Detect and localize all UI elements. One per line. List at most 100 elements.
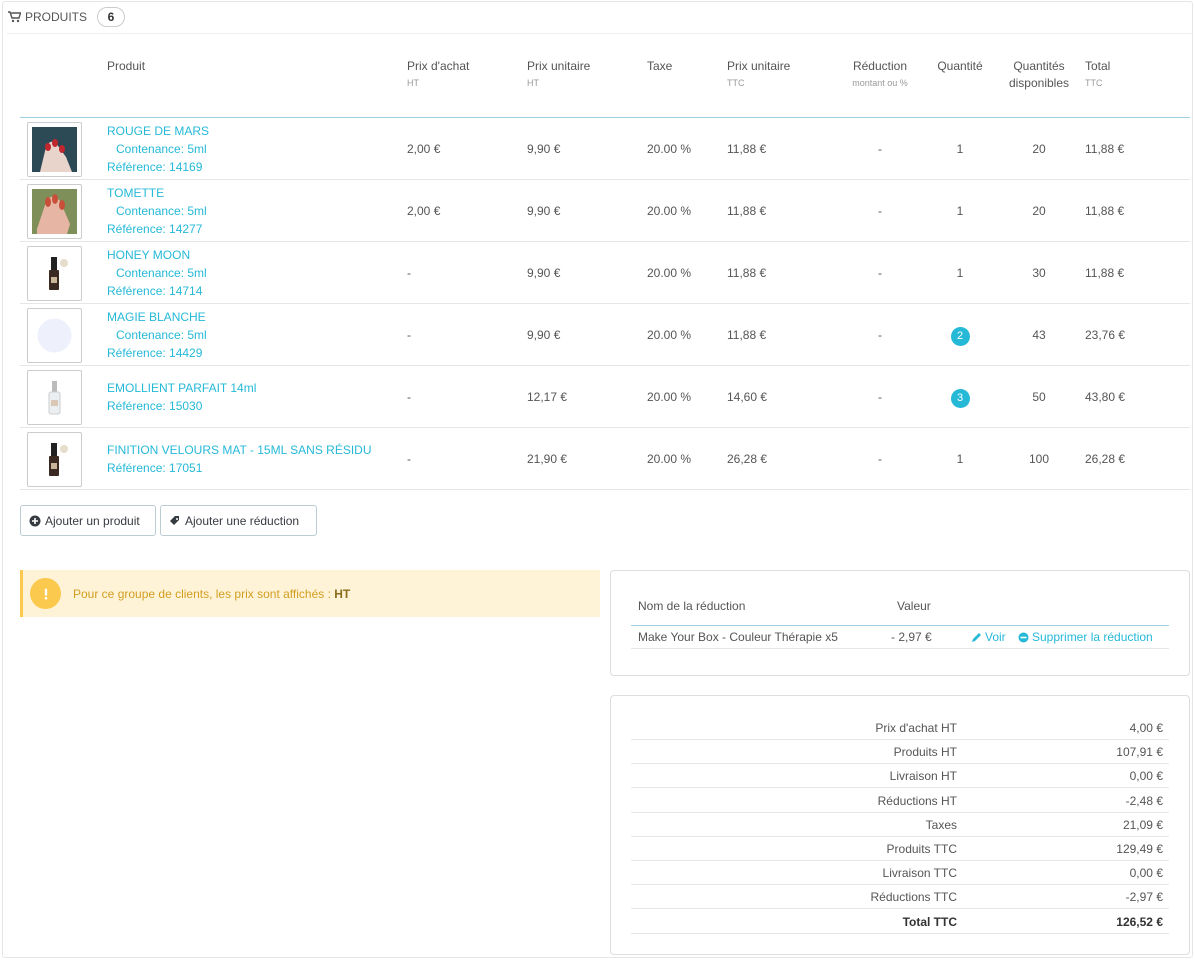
totals-row: Réductions HT -2,48 €	[631, 789, 1169, 813]
discount-delete-link[interactable]: Supprimer la réduction	[1018, 628, 1153, 648]
tax-rate: 20.00 %	[647, 266, 692, 280]
unit-price-ht: 9,90 €	[527, 204, 561, 218]
totals-row: Produits HT 107,91 €	[631, 740, 1169, 765]
totals-label: Produits HT	[893, 745, 957, 760]
available-quantity: 30	[1032, 266, 1046, 280]
product-variant: Contenance: 5ml	[116, 142, 207, 156]
add-product-button[interactable]: Ajouter un produit	[20, 505, 156, 536]
discount-col-value: Valeur	[897, 599, 931, 613]
col-header-purchase-price-sub: HT	[407, 78, 419, 88]
tax-rate: 20.00 %	[647, 204, 692, 218]
col-header-unit-price-ht-sub: HT	[527, 78, 539, 88]
quantity-value: 1	[956, 266, 964, 280]
totals-card: Prix d'achat HT 4,00 € Produits HT 107,91 €…	[610, 695, 1190, 955]
alert-strong: HT	[334, 586, 351, 601]
product-name-link[interactable]: ROUGE DE MARS	[107, 124, 209, 138]
product-reference: Référence: 14429	[107, 346, 203, 360]
product-reference: Référence: 14714	[107, 284, 203, 298]
discount-value: - 2,97 €	[891, 630, 932, 644]
product-variant: Contenance: 5ml	[116, 266, 207, 280]
col-header-purchase-price-label: Prix d'achat	[407, 59, 470, 73]
product-thumbnail[interactable]	[27, 122, 82, 177]
purchase-price: -	[407, 452, 411, 466]
totals-row: Total TTC 126,52 €	[631, 910, 1169, 934]
purchase-price: 2,00 €	[407, 204, 441, 218]
quantity-cell: 1	[930, 180, 990, 242]
reduction-value: -	[878, 142, 882, 156]
unit-price-ht: 9,90 €	[527, 142, 561, 156]
totals-label: Livraison HT	[889, 769, 957, 784]
discounts-card: Nom de la réduction Valeur Make Your Box…	[610, 570, 1190, 676]
quantity-cell: 2	[930, 304, 990, 366]
table-row: TOMETTE Contenance: 5ml Référence: 14277…	[20, 180, 1190, 242]
purchase-price: -	[407, 390, 411, 404]
product-thumbnail[interactable]	[27, 370, 82, 425]
discount-view-link[interactable]: Voir	[971, 628, 1006, 648]
discount-col-name: Nom de la réduction	[638, 599, 746, 613]
tax-rate: 20.00 %	[647, 328, 692, 342]
col-header-product: Produit	[107, 59, 146, 73]
alert-message: Pour ce groupe de clients, les prix sont…	[73, 586, 335, 601]
row-total: 11,88 €	[1085, 204, 1125, 218]
product-name-link[interactable]: HONEY MOON	[107, 248, 190, 262]
product-name-link[interactable]: EMOLLIENT PARFAIT 14ml	[107, 381, 256, 395]
col-header-unit-price-ttc-sub: TTC	[727, 78, 745, 88]
product-reference: Référence: 15030	[107, 399, 203, 413]
product-variant: Contenance: 5ml	[116, 204, 207, 218]
totals-value: 126,52 €	[1116, 914, 1163, 929]
available-quantity: 20	[1032, 204, 1046, 218]
product-variant: Contenance: 5ml	[116, 328, 207, 342]
product-reference: Référence: 14169	[107, 160, 203, 174]
tax-rate: 20.00 %	[647, 452, 692, 466]
col-header-unit-price-ht-label: Prix unitaire	[527, 59, 591, 73]
product-reference: Référence: 17051	[107, 461, 203, 475]
discount-header-divider	[631, 625, 1169, 626]
unit-price-ttc: 11,88 €	[727, 204, 767, 218]
product-reference: Référence: 14277	[107, 222, 203, 236]
product-name-link[interactable]: MAGIE BLANCHE	[107, 310, 206, 324]
available-quantity: 100	[1028, 452, 1050, 466]
product-info: HONEY MOON Contenance: 5ml Référence: 14…	[107, 246, 207, 300]
product-thumbnail[interactable]	[27, 432, 82, 487]
table-row: ROUGE DE MARS Contenance: 5ml Référence:…	[20, 118, 1190, 180]
product-info: ROUGE DE MARS Contenance: 5ml Référence:…	[107, 122, 209, 176]
quantity-value: 1	[956, 452, 964, 466]
panel-heading: Produits 6	[8, 6, 126, 28]
quantity-badge: 2	[950, 327, 970, 346]
price-display-alert: Pour ce groupe de clients, les prix sont…	[20, 570, 600, 617]
plus-circle-icon	[29, 515, 41, 526]
unit-price-ttc: 11,88 €	[727, 328, 767, 342]
reduction-value: -	[878, 204, 882, 218]
available-quantity: 20	[1032, 142, 1046, 156]
reduction-value: -	[878, 266, 882, 280]
totals-value: -2,48 €	[1125, 793, 1163, 808]
unit-price-ht: 9,90 €	[527, 328, 561, 342]
divider	[7, 33, 1193, 34]
product-thumbnail[interactable]	[27, 184, 82, 239]
col-header-quantity: Quantité	[937, 59, 983, 73]
quantity-cell: 1	[930, 428, 990, 490]
available-quantity: 43	[1032, 328, 1046, 342]
product-name-link[interactable]: TOMETTE	[107, 186, 164, 200]
warning-icon	[30, 578, 61, 609]
unit-price-ttc: 11,88 €	[727, 266, 767, 280]
discount-delete-label: Supprimer la réduction	[1032, 630, 1153, 644]
product-thumbnail[interactable]	[27, 308, 82, 363]
product-info: EMOLLIENT PARFAIT 14ml Référence: 15030	[107, 379, 256, 415]
cart-icon	[8, 11, 21, 23]
row-total: 11,88 €	[1085, 266, 1125, 280]
col-header-reduction: Réduction montant ou %	[848, 58, 912, 92]
col-header-unit-price-ht: Prix unitaire HT	[527, 58, 590, 92]
quantity-cell: 1	[930, 242, 990, 304]
quantity-badge: 3	[950, 389, 970, 408]
unit-price-ttc: 26,28 €	[727, 452, 768, 466]
quantity-cell: 1	[930, 118, 990, 180]
pencil-icon	[972, 632, 981, 642]
product-thumbnail[interactable]	[27, 246, 82, 301]
product-name-link[interactable]: FINITION VELOURS MAT - 15ML SANS RÉSIDU	[107, 443, 372, 457]
panel-title: Produits	[25, 10, 88, 24]
reduction-value: -	[878, 452, 882, 466]
unit-price-ht: 21,90 €	[527, 452, 568, 466]
add-discount-button[interactable]: Ajouter une réduction	[160, 505, 317, 536]
totals-value: -2,97 €	[1125, 890, 1163, 905]
